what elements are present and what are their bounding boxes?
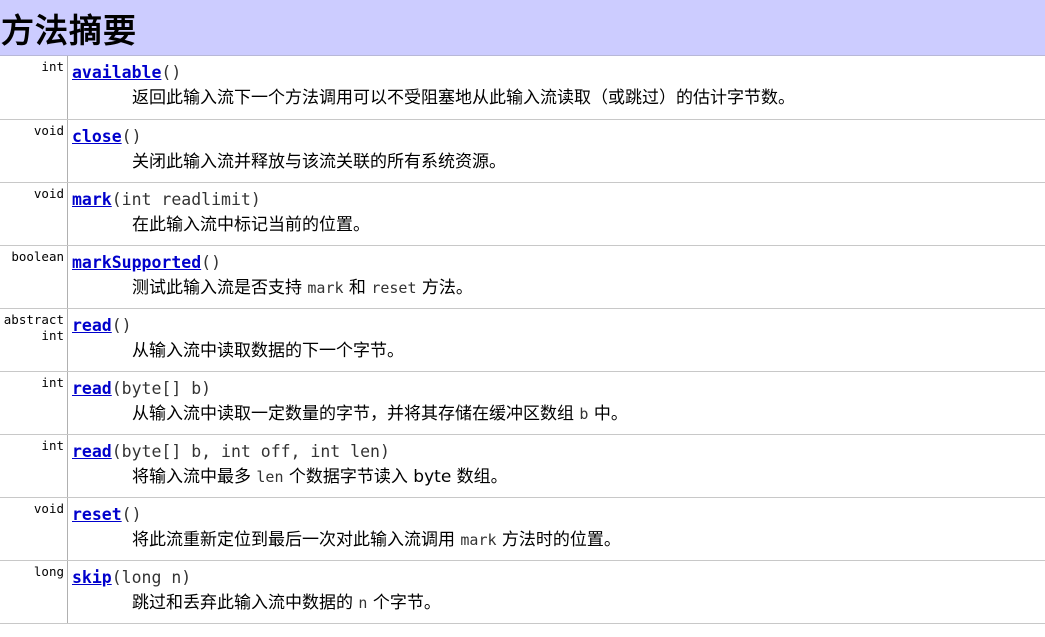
method-description: 在此输入流中标记当前的位置。 bbox=[132, 213, 1045, 237]
method-link-read[interactable]: read bbox=[72, 442, 112, 461]
method-link-markSupported[interactable]: markSupported bbox=[72, 253, 201, 272]
method-link-skip[interactable]: skip bbox=[72, 568, 112, 587]
method-row-skip: long skip(long n) 跳过和丢弃此输入流中数据的 n 个字节。 bbox=[0, 560, 1045, 623]
code-term: len bbox=[256, 468, 284, 486]
method-description: 跳过和丢弃此输入流中数据的 n 个字节。 bbox=[132, 591, 1045, 615]
description-text: 在此输入流中标记当前的位置。 bbox=[132, 215, 370, 235]
description-text: 方法时的位置。 bbox=[496, 530, 621, 550]
description-text: 个数据字节读入 byte 数组。 bbox=[283, 467, 508, 487]
method-detail: available() 返回此输入流下一个方法调用可以不受阻塞地从此输入流读取（或… bbox=[68, 56, 1045, 119]
description-text: 关闭此输入流并释放与该流关联的所有系统资源。 bbox=[132, 152, 506, 172]
return-type: int bbox=[0, 372, 68, 434]
code-term: reset bbox=[371, 279, 417, 297]
method-params: (int readlimit) bbox=[111, 190, 261, 209]
description-text: 将此流重新定位到最后一次对此输入流调用 bbox=[132, 530, 461, 550]
method-row-markSupported: boolean markSupported() 测试此输入流是否支持 mark 和 … bbox=[0, 245, 1045, 308]
method-link-available[interactable]: available bbox=[72, 63, 161, 82]
description-text: 从输入流中读取数据的下一个字节。 bbox=[132, 341, 404, 361]
description-text: 返回此输入流下一个方法调用可以不受阻塞地从此输入流读取（或跳过）的估计字节数。 bbox=[132, 88, 795, 108]
method-signature: read(byte[] b, int off, int len) bbox=[72, 440, 1045, 463]
return-type: void bbox=[0, 498, 68, 560]
return-type: void bbox=[0, 120, 68, 182]
method-row-read: abstract int read() 从输入流中读取数据的下一个字节。 bbox=[0, 308, 1045, 371]
method-description: 将输入流中最多 len 个数据字节读入 byte 数组。 bbox=[132, 465, 1045, 489]
method-row-close: void close() 关闭此输入流并释放与该流关联的所有系统资源。 bbox=[0, 119, 1045, 182]
method-description: 关闭此输入流并释放与该流关联的所有系统资源。 bbox=[132, 150, 1045, 174]
method-params: (byte[] b, int off, int len) bbox=[111, 442, 390, 461]
method-detail: reset() 将此流重新定位到最后一次对此输入流调用 mark 方法时的位置。 bbox=[68, 498, 1045, 560]
method-rows: int available() 返回此输入流下一个方法调用可以不受阻塞地从此输入流读… bbox=[0, 56, 1045, 623]
method-row-read: int read(byte[] b, int off, int len) 将输入流中… bbox=[0, 434, 1045, 497]
method-detail: skip(long n) 跳过和丢弃此输入流中数据的 n 个字节。 bbox=[68, 561, 1045, 623]
method-signature: read(byte[] b) bbox=[72, 377, 1045, 400]
method-description: 将此流重新定位到最后一次对此输入流调用 mark 方法时的位置。 bbox=[132, 528, 1045, 552]
method-row-mark: void mark(int readlimit) 在此输入流中标记当前的位置。 bbox=[0, 182, 1045, 245]
return-type: int bbox=[0, 56, 68, 119]
method-signature: available() bbox=[72, 61, 1045, 84]
description-text: 将输入流中最多 bbox=[132, 467, 257, 487]
method-detail: close() 关闭此输入流并释放与该流关联的所有系统资源。 bbox=[68, 120, 1045, 182]
method-description: 测试此输入流是否支持 mark 和 reset 方法。 bbox=[132, 276, 1045, 300]
description-text: 中。 bbox=[588, 404, 628, 424]
method-link-read[interactable]: read bbox=[72, 379, 112, 398]
method-link-mark[interactable]: mark bbox=[72, 190, 112, 209]
method-row-reset: void reset() 将此流重新定位到最后一次对此输入流调用 mark 方法时的… bbox=[0, 497, 1045, 560]
method-detail: markSupported() 测试此输入流是否支持 mark 和 reset 方… bbox=[68, 246, 1045, 308]
method-summary-table: 方法摘要 int available() 返回此输入流下一个方法调用可以不受阻塞地从… bbox=[0, 0, 1045, 624]
method-row-read: int read(byte[] b) 从输入流中读取一定数量的字节，并将其存储在缓冲… bbox=[0, 371, 1045, 434]
code-term: mark bbox=[460, 531, 497, 549]
method-link-read[interactable]: read bbox=[72, 316, 112, 335]
method-params: () bbox=[121, 505, 142, 524]
method-signature: close() bbox=[72, 125, 1045, 148]
return-type: boolean bbox=[0, 246, 68, 308]
table-header: 方法摘要 bbox=[0, 0, 1045, 56]
method-params: (byte[] b) bbox=[111, 379, 212, 398]
method-params: (long n) bbox=[111, 568, 192, 587]
method-signature: read() bbox=[72, 314, 1045, 337]
description-text: 从输入流中读取一定数量的字节，并将其存储在缓冲区数组 bbox=[132, 404, 580, 424]
method-signature: reset() bbox=[72, 503, 1045, 526]
return-type: abstract int bbox=[0, 309, 68, 371]
method-row-available: int available() 返回此输入流下一个方法调用可以不受阻塞地从此输入流读… bbox=[0, 56, 1045, 119]
method-params: () bbox=[111, 316, 132, 335]
method-detail: mark(int readlimit) 在此输入流中标记当前的位置。 bbox=[68, 183, 1045, 245]
table-bottom-border bbox=[0, 623, 1045, 624]
method-link-reset[interactable]: reset bbox=[72, 505, 122, 524]
method-description: 从输入流中读取数据的下一个字节。 bbox=[132, 339, 1045, 363]
method-signature: skip(long n) bbox=[72, 566, 1045, 589]
description-text: 个字节。 bbox=[367, 593, 441, 613]
method-params: () bbox=[201, 253, 222, 272]
page-title: 方法摘要 bbox=[1, 10, 137, 50]
description-text: 和 bbox=[343, 278, 372, 298]
code-term: mark bbox=[307, 279, 344, 297]
method-detail: read(byte[] b) 从输入流中读取一定数量的字节，并将其存储在缓冲区数组… bbox=[68, 372, 1045, 434]
method-signature: mark(int readlimit) bbox=[72, 188, 1045, 211]
method-params: () bbox=[121, 127, 142, 146]
return-type: int bbox=[0, 435, 68, 497]
return-type: void bbox=[0, 183, 68, 245]
method-description: 返回此输入流下一个方法调用可以不受阻塞地从此输入流读取（或跳过）的估计字节数。 bbox=[132, 86, 1045, 110]
description-text: 测试此输入流是否支持 bbox=[132, 278, 308, 298]
method-description: 从输入流中读取一定数量的字节，并将其存储在缓冲区数组 b 中。 bbox=[132, 402, 1045, 426]
method-link-close[interactable]: close bbox=[72, 127, 122, 146]
description-text: 跳过和丢弃此输入流中数据的 bbox=[132, 593, 359, 613]
method-signature: markSupported() bbox=[72, 251, 1045, 274]
description-text: 方法。 bbox=[416, 278, 473, 298]
method-detail: read() 从输入流中读取数据的下一个字节。 bbox=[68, 309, 1045, 371]
method-detail: read(byte[] b, int off, int len) 将输入流中最多 … bbox=[68, 435, 1045, 497]
method-params: () bbox=[161, 63, 182, 82]
return-type: long bbox=[0, 561, 68, 623]
